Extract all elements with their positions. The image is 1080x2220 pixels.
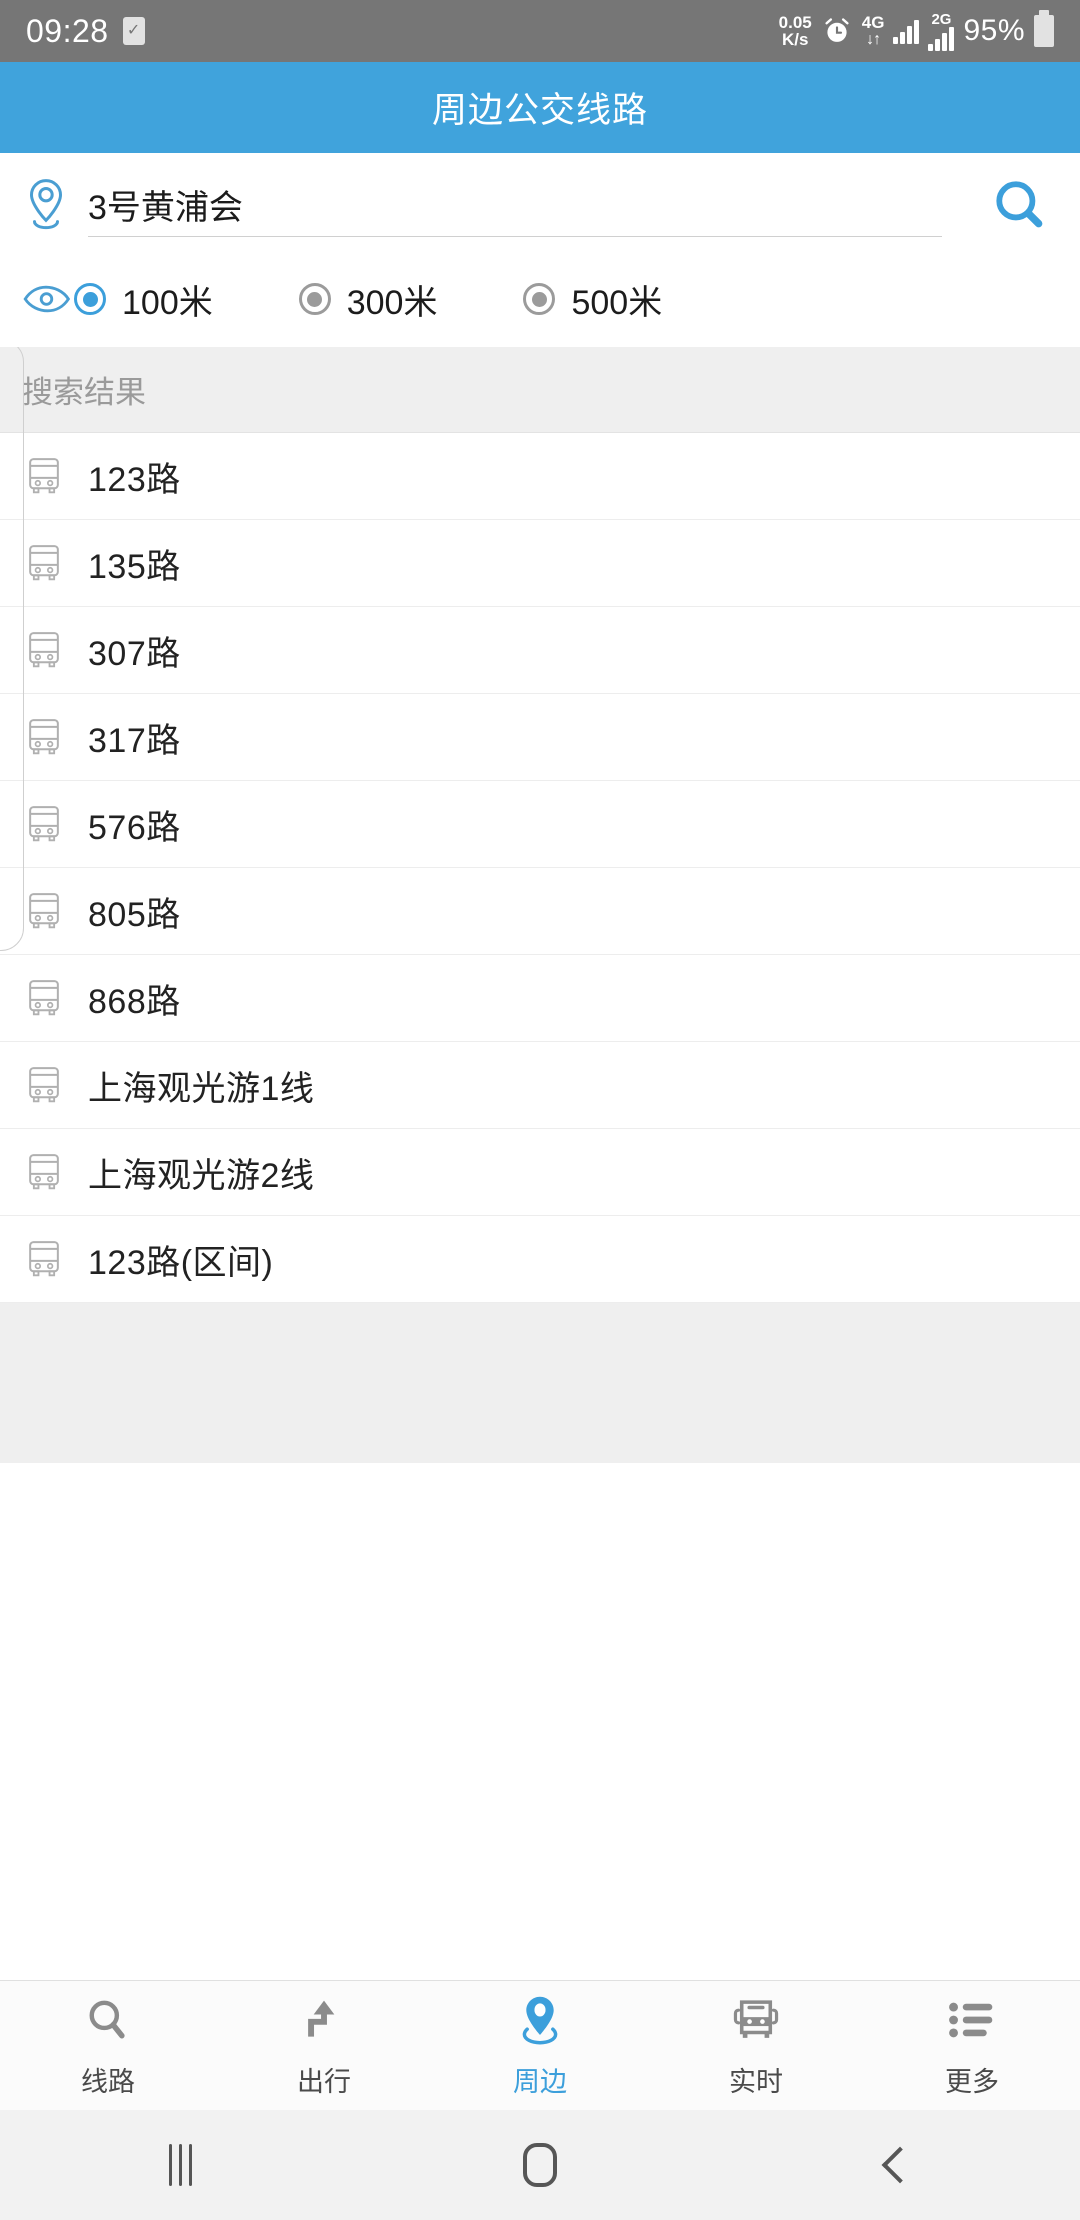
location-pin-icon: [516, 1992, 564, 2048]
radius-option-label: 300米: [346, 283, 438, 322]
tab-label: 周边: [513, 2067, 567, 2097]
list-item[interactable]: 上海观光游1线: [0, 1042, 1080, 1129]
status-bar-right: 0.05 K/s 4G ↓↑ 2G 95%: [778, 10, 1054, 51]
radio-dot-icon: [74, 283, 106, 315]
bus-icon: [22, 978, 66, 1018]
alarm-clock-icon: [825, 18, 849, 42]
list-item[interactable]: 317路: [0, 694, 1080, 781]
route-name: 上海观光游2线: [88, 1156, 315, 1195]
back-button[interactable]: [720, 2110, 1080, 2220]
tab-more[interactable]: 更多: [864, 1981, 1080, 2110]
data-rate-unit: K/s: [781, 30, 809, 49]
battery-percent-label: 95%: [963, 14, 1025, 47]
tab-label: 实时: [729, 2067, 783, 2097]
route-name: 上海观光游1线: [88, 1069, 315, 1108]
signal-bars-sim2: [928, 25, 955, 51]
network-type-indicator: 4G ↓↑: [862, 14, 885, 48]
tab-trip[interactable]: 出行: [216, 1981, 432, 2110]
bus-icon: [731, 1992, 781, 2048]
network-generation-label: 4G: [861, 13, 885, 33]
search-panel: 3号黄浦会 100米 300米 500米: [0, 153, 1080, 347]
eye-icon: [18, 282, 74, 316]
status-clock: 09:28: [26, 12, 109, 49]
bus-icon: [22, 543, 66, 583]
page-title: 周边公交线路: [431, 91, 648, 130]
tab-nearby[interactable]: 周边: [432, 1981, 648, 2110]
radius-selector-row: 100米 300米 500米: [0, 251, 1080, 347]
route-name: 868路: [88, 982, 181, 1021]
back-icon: [881, 2146, 919, 2184]
list-item[interactable]: 上海观光游2线: [0, 1129, 1080, 1216]
results-area: 搜索结果 123路 135路 307路 317路 576路 805路 868路 …: [0, 347, 1080, 1980]
results-section-header: 搜索结果: [0, 347, 1080, 433]
bus-icon: [22, 1152, 66, 1192]
status-bar: 09:28 ✓ 0.05 K/s 4G ↓↑ 2G 95%: [0, 0, 1080, 62]
results-list: 123路 135路 307路 317路 576路 805路 868路 上海观光游…: [0, 433, 1080, 1463]
list-item[interactable]: 123路(区间): [0, 1216, 1080, 1303]
list-item[interactable]: 868路: [0, 955, 1080, 1042]
recents-icon: [168, 2144, 192, 2186]
route-name: 317路: [88, 721, 181, 760]
bus-icon: [22, 630, 66, 670]
list-empty-space: [0, 1303, 1080, 1463]
radius-option-300[interactable]: 300米: [298, 275, 438, 324]
location-pin-icon: [18, 176, 74, 234]
radius-options: 100米 300米 500米: [74, 275, 1080, 324]
search-button[interactable]: [960, 176, 1080, 234]
android-navigation-bar: [0, 2110, 1080, 2220]
list-icon: [948, 1992, 996, 2048]
home-icon: [523, 2143, 557, 2187]
bottom-tab-bar: 线路 出行 周边 实时 更多: [0, 1980, 1080, 2110]
radio-dot-icon: [523, 283, 556, 315]
route-name: 135路: [88, 547, 181, 586]
tab-realtime[interactable]: 实时: [648, 1981, 864, 2110]
tab-label: 更多: [945, 2067, 999, 2097]
app-header: 周边公交线路: [0, 62, 1080, 153]
tab-label: 线路: [81, 2067, 135, 2097]
bus-icon: [22, 1239, 66, 1279]
status-bar-left: 09:28 ✓: [26, 13, 145, 50]
list-item[interactable]: 576路: [0, 781, 1080, 868]
data-rate-value: 0.05: [778, 12, 812, 32]
search-input[interactable]: 3号黄浦会: [88, 173, 942, 237]
radius-option-500[interactable]: 500米: [523, 275, 662, 324]
battery-icon: [1034, 10, 1054, 47]
bus-icon: [22, 891, 66, 931]
radius-option-100[interactable]: 100米: [74, 275, 213, 324]
data-rate-indicator: 0.05 K/s: [778, 12, 812, 49]
list-item[interactable]: 135路: [0, 520, 1080, 607]
route-name: 805路: [88, 895, 181, 934]
app-screen: 09:28 ✓ 0.05 K/s 4G ↓↑ 2G 95% 周边公交线路 3号黄…: [0, 0, 1080, 2220]
list-item[interactable]: 123路: [0, 433, 1080, 520]
radius-option-label: 100米: [122, 283, 213, 322]
network-traffic-arrows: ↓↑: [866, 30, 881, 48]
signal-bars-sim2-icon: 2G: [928, 12, 955, 51]
list-item[interactable]: 307路: [0, 607, 1080, 694]
signal-bars-sim1-icon: [893, 18, 920, 44]
bus-icon: [22, 456, 66, 496]
route-arrow-icon: [300, 1992, 348, 2048]
route-name: 576路: [88, 808, 181, 847]
results-section-title: 搜索结果: [22, 375, 146, 410]
tab-label: 出行: [297, 2067, 351, 2097]
bus-icon: [22, 1065, 66, 1105]
route-name: 307路: [88, 634, 181, 673]
route-name: 123路(区间): [88, 1243, 274, 1282]
search-icon: [996, 181, 1043, 228]
list-item[interactable]: 805路: [0, 868, 1080, 955]
search-row: 3号黄浦会: [0, 159, 1080, 251]
route-name: 123路: [88, 460, 181, 499]
search-icon: [84, 1992, 132, 2048]
bus-icon: [22, 717, 66, 757]
radius-option-label: 500米: [571, 283, 663, 322]
radio-dot-icon: [298, 283, 331, 315]
bus-icon: [22, 804, 66, 844]
tab-routes[interactable]: 线路: [0, 1981, 216, 2110]
search-input-value: 3号黄浦会: [88, 189, 243, 227]
checkbox-notification-icon: ✓: [122, 17, 145, 45]
home-button[interactable]: [360, 2110, 720, 2220]
recents-button[interactable]: [0, 2110, 360, 2220]
